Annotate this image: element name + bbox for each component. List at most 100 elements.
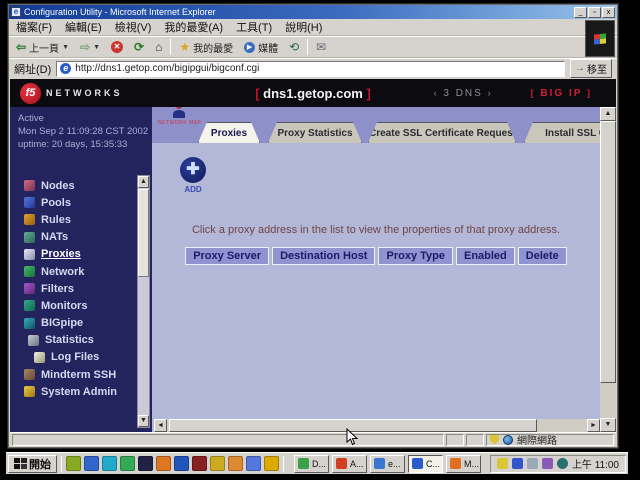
vertical-scrollbar[interactable]: ▲ ▼ — [600, 107, 616, 432]
add-proxy-button[interactable]: ✚ ADD — [170, 157, 216, 194]
quicklaunch-icon-8[interactable] — [192, 456, 207, 471]
tab-proxies[interactable]: Proxies — [198, 122, 260, 143]
history-button[interactable]: ⟲ — [286, 40, 302, 54]
start-button[interactable]: 開始 — [8, 455, 57, 473]
security-shield-icon — [490, 435, 499, 445]
menu-view[interactable]: 檢視(V) — [115, 19, 152, 35]
address-input[interactable]: e http://dns1.getop.com/bigipgui/bigconf… — [56, 61, 565, 77]
sidebar-item-filters[interactable]: Filters — [10, 280, 117, 297]
tray-icon-4[interactable] — [542, 458, 553, 469]
sidebar-item-monitors[interactable]: Monitors — [10, 297, 117, 314]
minimize-button[interactable]: _ — [574, 7, 587, 18]
scroll-right-icon[interactable]: ► — [587, 419, 600, 432]
quicklaunch-icon-3[interactable] — [102, 456, 117, 471]
horizontal-scrollbar[interactable]: ◄ ► — [154, 419, 600, 432]
internet-globe-icon — [503, 435, 513, 445]
back-dropdown-icon[interactable]: ▼ — [62, 44, 69, 51]
menu-tools[interactable]: 工具(T) — [236, 19, 272, 35]
tray-icon-5[interactable] — [557, 458, 568, 469]
quicklaunch-icon-12[interactable] — [264, 456, 279, 471]
tray-icon-3[interactable] — [527, 458, 538, 469]
history-icon: ⟲ — [289, 41, 299, 53]
task-button-5[interactable]: M... — [446, 455, 481, 473]
media-button[interactable]: ▶ 媒體 — [241, 39, 281, 56]
sidebar-scrollbar[interactable]: ▲ ▼ — [137, 175, 150, 428]
go-button[interactable]: → 移至 — [570, 59, 612, 78]
column-delete[interactable]: Delete — [518, 247, 567, 265]
stop-button[interactable]: ✕ — [108, 40, 126, 54]
quicklaunch-icon-10[interactable] — [228, 456, 243, 471]
quicklaunch-icon-6[interactable] — [156, 456, 171, 471]
sidebar-item-rules[interactable]: Rules — [10, 211, 117, 228]
tab-install-ssl-certificate[interactable]: Install SSL Certif — [524, 122, 600, 143]
favorites-button[interactable]: ★ 我的最愛 — [176, 39, 236, 56]
menu-edit[interactable]: 編輯(E) — [65, 19, 102, 35]
quicklaunch-icon-11[interactable] — [246, 456, 261, 471]
nav-3dns[interactable]: ‹ 3 DNS › — [434, 88, 493, 99]
column-destination-host[interactable]: Destination Host — [272, 247, 375, 265]
scroll-down-icon[interactable]: ▼ — [138, 415, 149, 427]
task-button-ie-active[interactable]: C... — [408, 455, 443, 473]
back-button[interactable]: ⇦ 上一頁 ▼ — [13, 39, 72, 56]
tray-icon-1[interactable] — [497, 458, 508, 469]
scroll-up-icon[interactable]: ▲ — [138, 176, 149, 188]
back-icon: ⇦ — [16, 41, 26, 53]
sidebar-item-bigpipe[interactable]: BIGpipe — [10, 315, 117, 332]
taskbar-separator — [61, 456, 62, 472]
quicklaunch-icon-7[interactable] — [174, 456, 189, 471]
column-proxy-server[interactable]: Proxy Server — [185, 247, 269, 265]
forward-dropdown-icon[interactable]: ▼ — [93, 44, 100, 51]
mail-button[interactable]: ✉ — [313, 40, 329, 54]
task-button-2[interactable]: A... — [332, 455, 367, 473]
quicklaunch-icon-2[interactable] — [84, 456, 99, 471]
task-button-3[interactable]: e... — [370, 455, 405, 473]
menu-help[interactable]: 說明(H) — [285, 19, 322, 35]
system-status: Active Mon Sep 2 11:09:28 CST 2002 uptim… — [10, 107, 152, 151]
sidebar-item-nats[interactable]: NATs — [10, 229, 117, 246]
task-icon — [450, 458, 461, 469]
sidebar-item-log-files[interactable]: Log Files — [10, 349, 117, 366]
home-icon: ⌂ — [155, 41, 162, 53]
address-url[interactable]: http://dns1.getop.com/bigipgui/bigconf.c… — [75, 63, 259, 74]
sidebar-item-mindterm-ssh[interactable]: Mindterm SSH — [10, 366, 117, 383]
task-button-1[interactable]: D... — [294, 455, 329, 473]
scroll-down-icon[interactable]: ▼ — [600, 418, 616, 432]
close-button[interactable]: x — [602, 7, 615, 18]
quicklaunch-icon-4[interactable] — [120, 456, 135, 471]
sidebar-item-statistics[interactable]: Statistics — [10, 332, 117, 349]
f5-header: f5 NETWORKS [ dns1.getop.com ] ‹ 3 DNS ›… — [10, 79, 616, 107]
sidebar-scroll-thumb[interactable] — [138, 189, 149, 277]
quicklaunch-icon-1[interactable] — [66, 456, 81, 471]
menu-favorites[interactable]: 我的最愛(A) — [164, 19, 223, 35]
quicklaunch-icon-5[interactable] — [138, 456, 153, 471]
tab-proxy-statistics[interactable]: Proxy Statistics — [268, 122, 362, 143]
sidebar-item-proxies[interactable]: Proxies — [10, 246, 117, 263]
forward-button[interactable]: ⇨ ▼ — [77, 40, 103, 54]
sidebar: Active Mon Sep 2 11:09:28 CST 2002 uptim… — [10, 107, 152, 432]
taskbar: 開始 D... A... e... C... M... — [6, 452, 628, 474]
network-map-label: NETWORK MAP — [158, 120, 200, 126]
title-bar[interactable]: e Configuration Utility - Microsoft Inte… — [9, 5, 617, 19]
toolbar-separator — [170, 39, 171, 55]
maximize-button[interactable]: ▫ — [588, 7, 601, 18]
tab-create-ssl-certificate-request[interactable]: Create SSL Certificate Request — [368, 122, 516, 143]
sidebar-item-system-admin[interactable]: System Admin — [10, 383, 117, 400]
refresh-button[interactable]: ⟳ — [131, 40, 147, 54]
nav-bigip[interactable]: [ BIG IP ] — [531, 88, 592, 99]
home-button[interactable]: ⌂ — [152, 40, 165, 54]
scroll-left-icon[interactable]: ◄ — [154, 419, 167, 432]
sidebar-item-network[interactable]: Network — [10, 263, 117, 280]
column-enabled[interactable]: Enabled — [456, 247, 515, 265]
quicklaunch-icon-9[interactable] — [210, 456, 225, 471]
scroll-up-icon[interactable]: ▲ — [600, 107, 616, 121]
column-proxy-type[interactable]: Proxy Type — [378, 247, 453, 265]
sidebar-item-nodes[interactable]: Nodes — [10, 177, 117, 194]
add-label: ADD — [170, 185, 216, 194]
tray-icon-2[interactable] — [512, 458, 523, 469]
vertical-scroll-thumb[interactable] — [600, 121, 616, 383]
add-plus-icon[interactable]: ✚ — [180, 157, 206, 183]
sidebar-item-pools[interactable]: Pools — [10, 194, 117, 211]
network-map-button[interactable]: NETWORK MAP — [158, 110, 200, 126]
status-state: Active — [18, 112, 152, 125]
menu-file[interactable]: 檔案(F) — [16, 19, 52, 35]
